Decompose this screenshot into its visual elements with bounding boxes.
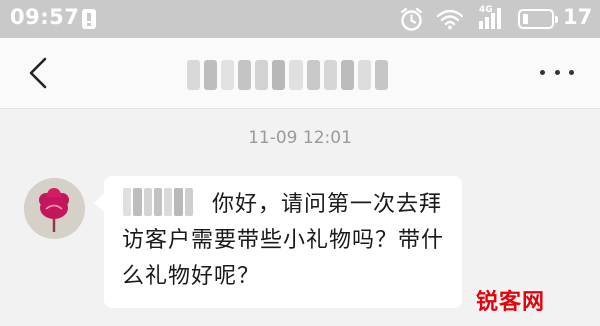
chat-header: [0, 38, 600, 109]
status-bar: 09:57 4G 17: [0, 0, 600, 38]
battery-icon: [518, 9, 558, 29]
message-bubble[interactable]: 你好，请问第一次去拜访客户需要带些小礼物吗？带什么礼物好呢？: [94, 176, 462, 308]
battery-level: [523, 14, 528, 24]
back-arrow-icon[interactable]: [26, 56, 50, 90]
message-timestamp: 11-09 12:01: [248, 128, 352, 148]
avatar-image: [24, 178, 85, 239]
battery-percent: 17: [563, 5, 593, 29]
more-dots-icon[interactable]: [540, 67, 574, 77]
alarm-icon: [400, 7, 423, 31]
signal-icon: [479, 8, 501, 29]
warning-icon: [82, 9, 96, 29]
avatar[interactable]: [24, 178, 85, 239]
redacted-contact-name: [185, 60, 390, 90]
message-text: 你好，请问第一次去拜访客户需要带些小礼物吗？带什么礼物好呢？: [122, 192, 445, 289]
wifi-icon: [437, 9, 463, 30]
status-time: 09:57: [10, 5, 80, 29]
watermark-logo: 锐客网: [476, 290, 546, 315]
